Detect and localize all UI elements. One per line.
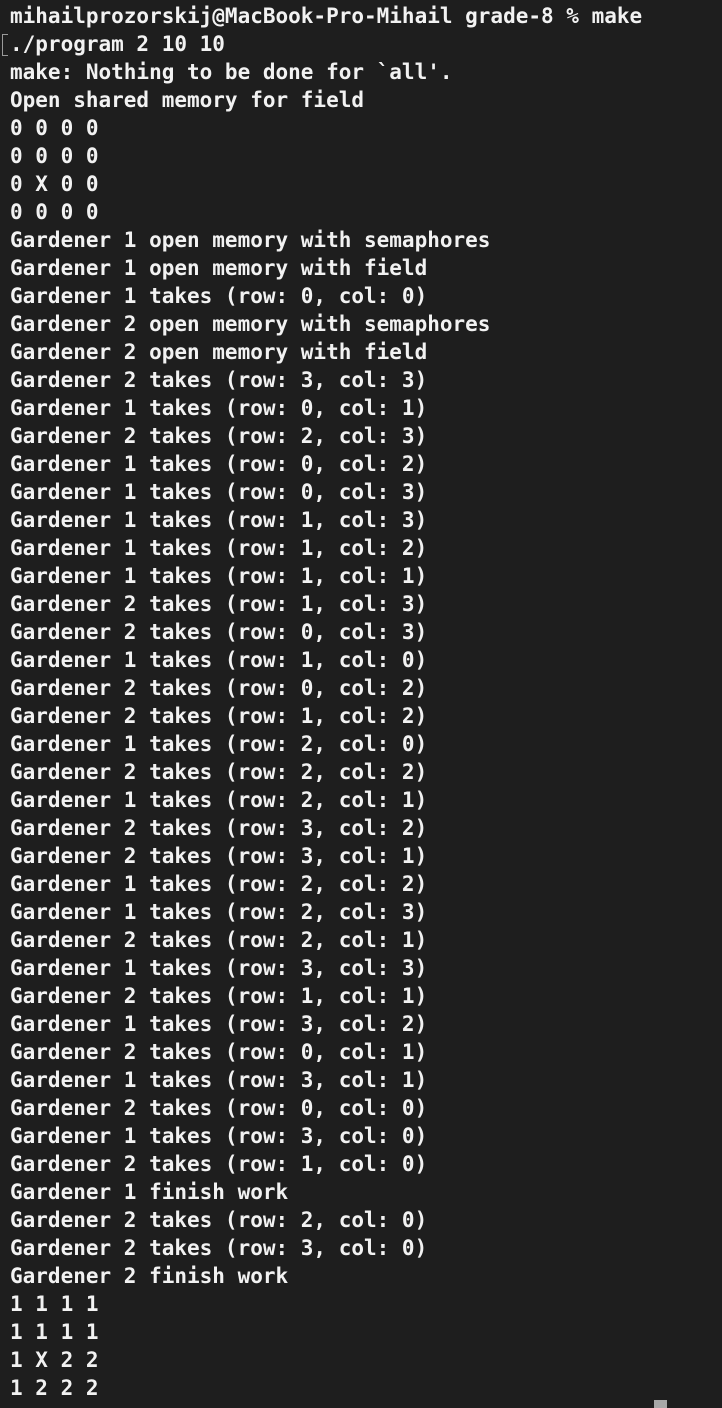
output-line: Gardener 1 takes (row: 2, col: 3) [10,900,428,924]
output-line: Gardener 1 takes (row: 2, col: 1) [10,788,428,812]
output-line: Gardener 1 open memory with field [10,256,428,280]
output-line: Gardener 1 takes (row: 3, col: 3) [10,956,428,980]
output-line: Gardener 2 takes (row: 0, col: 3) [10,620,428,644]
output-line: Gardener 1 takes (row: 2, col: 0) [10,732,428,756]
output-line: Gardener 1 takes (row: 1, col: 0) [10,648,428,672]
output-line: 1 1 1 1 [10,1292,99,1316]
output-line: ./program 2 10 10 [10,32,225,56]
output-line: Gardener 1 takes (row: 0, col: 2) [10,452,428,476]
output-line: 1 1 1 1 [10,1320,99,1344]
output-line: Open shared memory for field [10,88,365,112]
prompt-line: mihailprozorskij@MacBook-Pro-Mihail grad… [10,4,643,28]
output-line: Gardener 1 takes (row: 1, col: 2) [10,536,428,560]
output-line: Gardener 2 takes (row: 2, col: 0) [10,1208,428,1232]
output-line: Gardener 1 takes (row: 2, col: 2) [10,872,428,896]
output-line: Gardener 2 open memory with field [10,340,428,364]
output-line: Gardener 2 takes (row: 3, col: 0) [10,1236,428,1260]
output-line: Gardener 2 takes (row: 3, col: 2) [10,816,428,840]
output-line: Gardener 2 takes (row: 2, col: 2) [10,760,428,784]
output-line: 1 2 2 2 [10,1376,99,1400]
output-line: Gardener 2 takes (row: 1, col: 1) [10,984,428,1008]
output-line: Gardener 2 takes (row: 0, col: 1) [10,1040,428,1064]
terminal-cursor[interactable] [654,1400,667,1408]
output-line: Gardener 2 takes (row: 1, col: 2) [10,704,428,728]
output-line: Gardener 2 takes (row: 1, col: 0) [10,1152,428,1176]
output-line: Gardener 2 open memory with semaphores [10,312,491,336]
output-line: Gardener 2 takes (row: 2, col: 3) [10,424,428,448]
output-line: Gardener 2 finish work [10,1264,289,1288]
output-line: Gardener 2 takes (row: 3, col: 1) [10,844,428,868]
output-line: Gardener 2 takes (row: 0, col: 2) [10,676,428,700]
output-line: 1 X 2 2 [10,1348,99,1372]
output-line: 0 0 0 0 [10,116,99,140]
output-line: Gardener 2 takes (row: 3, col: 3) [10,368,428,392]
output-line: Gardener 1 takes (row: 1, col: 3) [10,508,428,532]
output-line: make: Nothing to be done for `all'. [10,60,453,84]
terminal-window[interactable]: mihailprozorskij@MacBook-Pro-Mihail grad… [0,0,722,1408]
output-line: Gardener 1 finish work [10,1180,289,1204]
output-line: Gardener 1 takes (row: 1, col: 1) [10,564,428,588]
output-line: 0 0 0 0 [10,200,99,224]
line-mark-bracket [2,34,8,56]
output-line: Gardener 2 takes (row: 2, col: 1) [10,928,428,952]
output-line: Gardener 1 takes (row: 0, col: 1) [10,396,428,420]
output-line: Gardener 1 takes (row: 0, col: 3) [10,480,428,504]
output-line: 0 0 0 0 [10,144,99,168]
output-line: Gardener 2 takes (row: 0, col: 0) [10,1096,428,1120]
output-line: 0 X 0 0 [10,172,99,196]
output-line: Gardener 2 takes (row: 1, col: 3) [10,592,428,616]
output-line: Gardener 1 takes (row: 3, col: 2) [10,1012,428,1036]
output-line: Gardener 1 takes (row: 3, col: 0) [10,1124,428,1148]
output-line: Gardener 1 takes (row: 0, col: 0) [10,284,428,308]
output-line: Gardener 1 open memory with semaphores [10,228,491,252]
output-line: Gardener 1 takes (row: 3, col: 1) [10,1068,428,1092]
